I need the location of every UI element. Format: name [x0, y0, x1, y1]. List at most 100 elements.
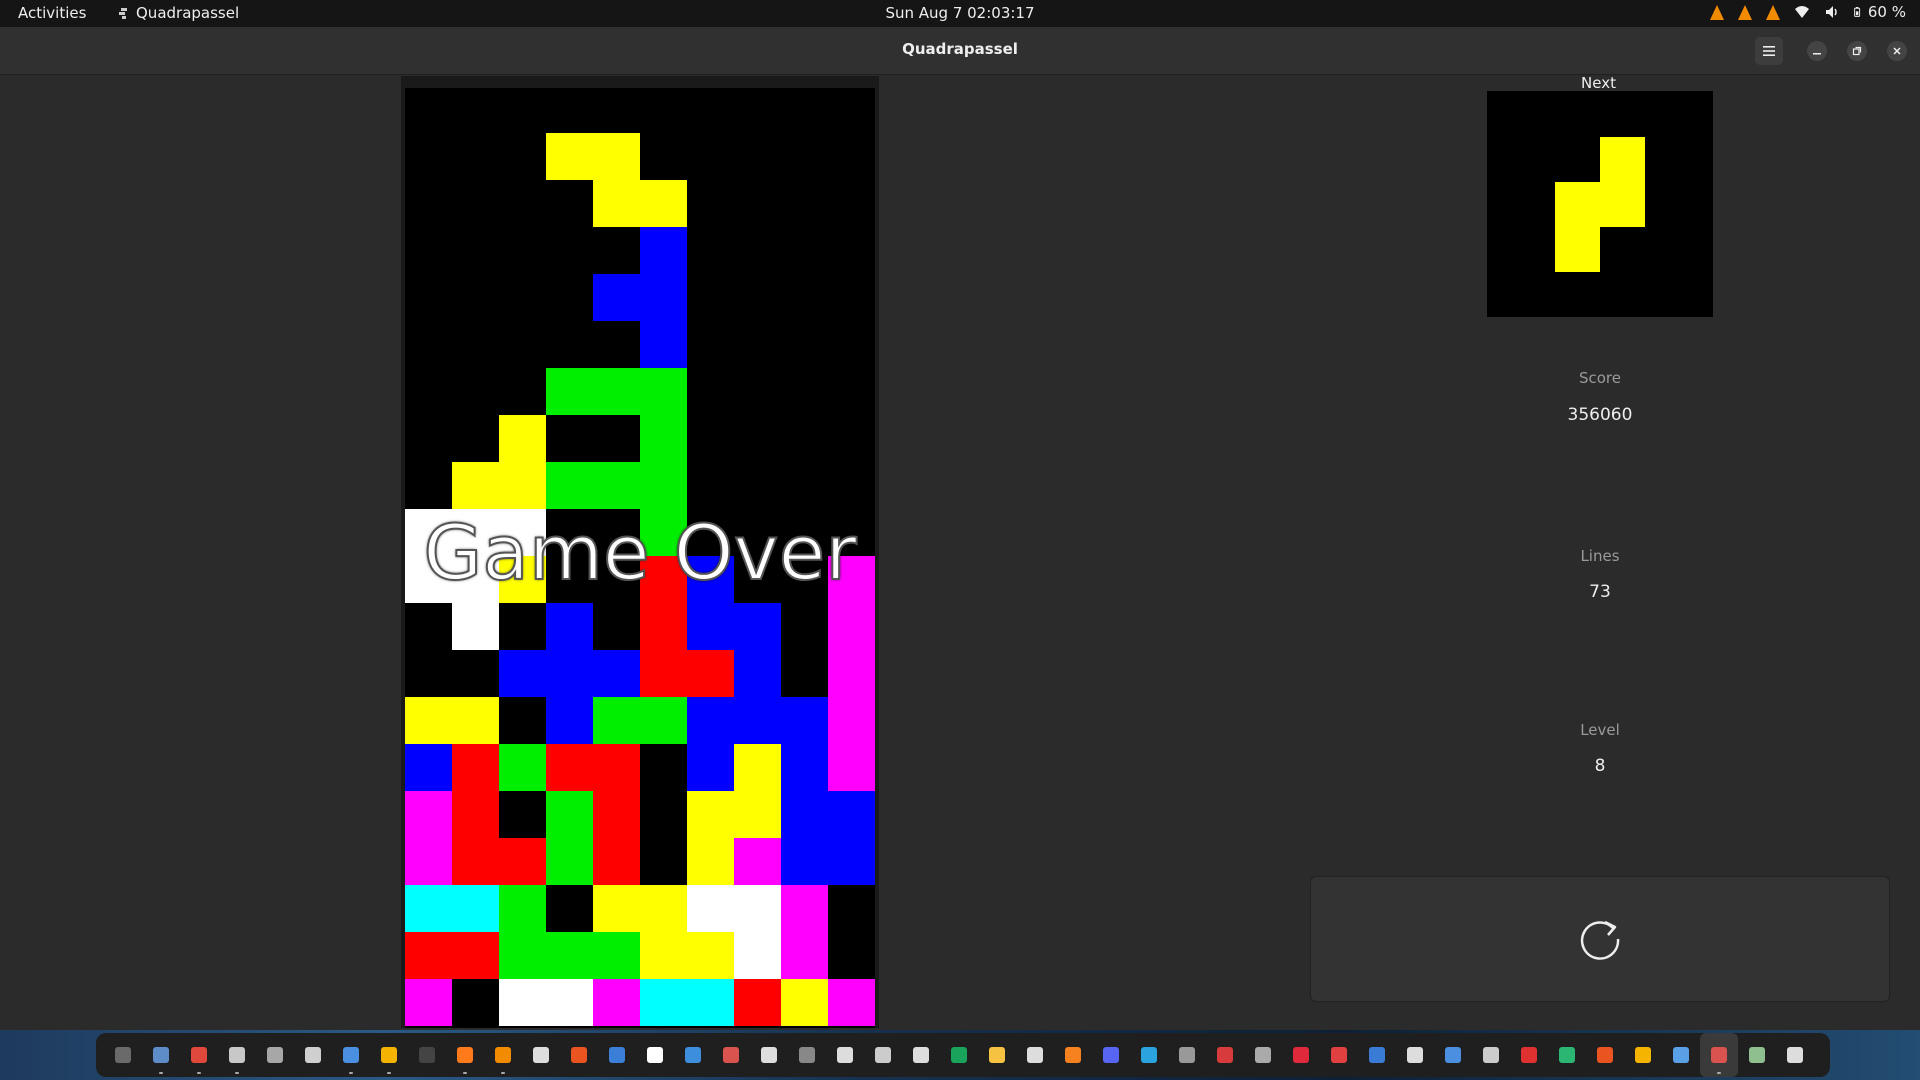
calculator-icon[interactable] — [1244, 1033, 1282, 1077]
board-block — [499, 744, 546, 791]
board-block — [593, 838, 640, 885]
clock-icon-glyph — [1483, 1047, 1499, 1063]
remote-icon-glyph — [1673, 1047, 1689, 1063]
board-block — [546, 932, 593, 979]
calendar-icon[interactable] — [1320, 1033, 1358, 1077]
telegram-icon[interactable] — [1130, 1033, 1168, 1077]
system-monitor-icon[interactable] — [104, 1033, 142, 1077]
vlc-tray-icon-3[interactable] — [1765, 4, 1780, 20]
cards-icon[interactable] — [1510, 1033, 1548, 1077]
software-center-icon-glyph — [571, 1047, 587, 1063]
files-icon[interactable] — [142, 1033, 180, 1077]
board-block — [546, 368, 593, 415]
screenshot-icon[interactable] — [712, 1033, 750, 1077]
show-apps-icon[interactable] — [1776, 1033, 1814, 1077]
settings-icon[interactable] — [750, 1033, 788, 1077]
activities-button[interactable]: Activities — [18, 4, 86, 22]
new-game-button[interactable] — [1310, 876, 1890, 1002]
archive-icon[interactable] — [256, 1033, 294, 1077]
remote-icon[interactable] — [1662, 1033, 1700, 1077]
board-block — [452, 838, 499, 885]
mines-icon[interactable] — [1548, 1033, 1586, 1077]
video-icon-glyph — [1293, 1047, 1309, 1063]
system-monitor-icon-glyph — [115, 1047, 131, 1063]
notes-icon[interactable] — [978, 1033, 1016, 1077]
board-block — [546, 650, 593, 697]
volume-icon[interactable] — [1824, 4, 1840, 20]
docs-icon[interactable] — [1358, 1033, 1396, 1077]
board-block — [499, 650, 546, 697]
impress-icon[interactable] — [1054, 1033, 1092, 1077]
music-icon-glyph — [1027, 1047, 1043, 1063]
files-icon-glyph — [153, 1047, 169, 1063]
trash-icon[interactable] — [1738, 1033, 1776, 1077]
terminal-icon[interactable] — [408, 1033, 446, 1077]
calc-icon[interactable] — [940, 1033, 978, 1077]
spreadsheet-icon[interactable] — [370, 1033, 408, 1077]
writer-icon[interactable] — [598, 1033, 636, 1077]
wifi-icon[interactable] — [1794, 4, 1810, 20]
board-block — [546, 697, 593, 744]
robot-icon[interactable] — [1586, 1033, 1624, 1077]
music-icon[interactable] — [1016, 1033, 1054, 1077]
board-block — [640, 650, 687, 697]
board-block — [828, 791, 875, 838]
game-over-text: Game Over — [422, 507, 857, 598]
close-button[interactable] — [1887, 41, 1907, 61]
accessibility-icon[interactable] — [1396, 1033, 1434, 1077]
quadrapassel-icon[interactable] — [1700, 1033, 1738, 1077]
inkscape-icon[interactable] — [788, 1033, 826, 1077]
discord-icon[interactable] — [1092, 1033, 1130, 1077]
vlc-tray-icon[interactable] — [1709, 4, 1724, 20]
board-block — [734, 838, 781, 885]
next-label: Next — [1581, 74, 1616, 92]
board-block — [499, 885, 546, 932]
weather-icon-glyph — [1635, 1047, 1651, 1063]
firefox-icon[interactable] — [446, 1033, 484, 1077]
image-viewer-icon[interactable] — [294, 1033, 332, 1077]
restart-icon — [1580, 920, 1620, 960]
board-block — [687, 791, 734, 838]
score-value: 356060 — [1567, 405, 1633, 425]
3d-box-icon[interactable] — [864, 1033, 902, 1077]
chess-icon[interactable] — [1168, 1033, 1206, 1077]
vlc-icon[interactable] — [484, 1033, 522, 1077]
weather-icon[interactable] — [1624, 1033, 1662, 1077]
video-icon[interactable] — [1282, 1033, 1320, 1077]
system-tray[interactable]: 60 % — [1709, 3, 1906, 21]
text-editor-icon[interactable] — [332, 1033, 370, 1077]
board-block — [734, 697, 781, 744]
obs-icon[interactable] — [522, 1033, 560, 1077]
board-block — [452, 697, 499, 744]
sudoku-icon[interactable] — [1434, 1033, 1472, 1077]
app-menu[interactable]: Quadrapassel — [136, 4, 239, 22]
clock[interactable]: Sun Aug 7 02:03:17 — [885, 4, 1034, 22]
board-block — [640, 368, 687, 415]
board-block — [593, 885, 640, 932]
battery-icon[interactable] — [1854, 4, 1864, 20]
clock-icon[interactable] — [1472, 1033, 1510, 1077]
maximize-button[interactable] — [1847, 41, 1867, 61]
presentation-icon[interactable] — [636, 1033, 674, 1077]
board-block — [593, 274, 640, 321]
screenshot-icon-glyph — [723, 1047, 739, 1063]
help-icon[interactable] — [674, 1033, 712, 1077]
board-block — [828, 979, 875, 1026]
mail-icon[interactable] — [1206, 1033, 1244, 1077]
minimize-button[interactable] — [1807, 41, 1827, 61]
game-board[interactable]: Game Over — [401, 76, 879, 1028]
board-block — [546, 744, 593, 791]
document-viewer-icon[interactable] — [218, 1033, 256, 1077]
software-center-icon[interactable] — [560, 1033, 598, 1077]
main-menu-button[interactable] — [1755, 37, 1783, 65]
board-block — [734, 932, 781, 979]
app-menu-icon — [119, 8, 127, 19]
window-title: Quadrapassel — [902, 40, 1018, 58]
cards-icon-glyph — [1521, 1047, 1537, 1063]
vlc-tray-icon-2[interactable] — [1737, 4, 1752, 20]
camera-icon[interactable] — [902, 1033, 940, 1077]
board-block — [828, 697, 875, 744]
drawing-icon[interactable] — [826, 1033, 864, 1077]
text-editor-icon-glyph — [343, 1047, 359, 1063]
chrome-icon[interactable] — [180, 1033, 218, 1077]
